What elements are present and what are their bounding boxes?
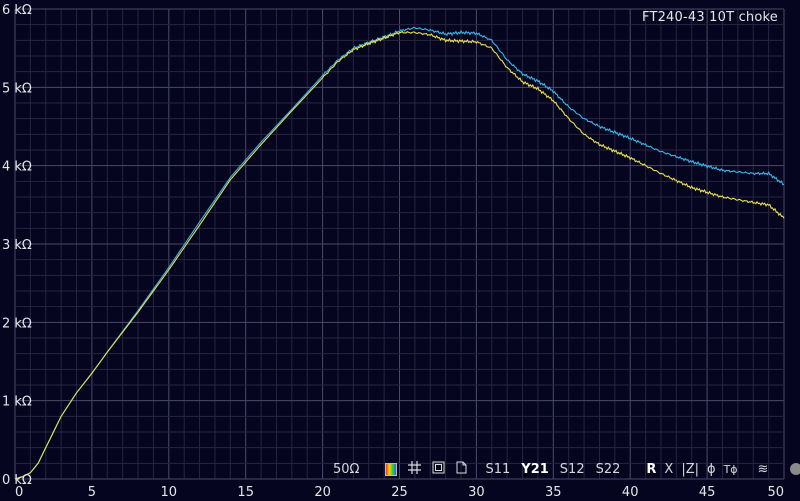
part-group-delay[interactable]: Tϕ: [724, 463, 738, 476]
chart-plot: 0 5 10 15 20 25 30 35 40 45 500 kΩ1 kΩ2 kΩ3 kΩ4 kΩ…: [2, 3, 785, 500]
bottom-toolbar: 50Ω S11 Y21 S12 S22 R X |Z| ϕ Tϕ ≋: [333, 460, 800, 478]
x-tick-label: 25: [391, 485, 408, 500]
y-tick-label: 4 kΩ: [2, 160, 32, 175]
color-palette-icon[interactable]: [385, 462, 398, 476]
y-tick-label: 2 kΩ: [2, 316, 32, 331]
document-icon[interactable]: [456, 461, 467, 478]
x-tick-label: 20: [314, 485, 331, 500]
part-x[interactable]: X: [664, 462, 673, 477]
part-phase[interactable]: ϕ: [707, 462, 716, 477]
y-tick-label: 6 kΩ: [2, 3, 32, 18]
x-tick-label: 15: [237, 485, 254, 500]
grid-lines: [14, 8, 785, 480]
tick-labels: 0 5 10 15 20 25 30 35 40 45 500 kΩ1 kΩ2 kΩ3 kΩ4 kΩ…: [2, 3, 784, 500]
x-tick-label: 5: [88, 485, 96, 500]
param-y21[interactable]: Y21: [521, 462, 549, 477]
impedance-button[interactable]: 50Ω: [333, 462, 359, 477]
y-tick-label: 1 kΩ: [2, 395, 32, 410]
y-tick-label: 3 kΩ: [2, 238, 32, 253]
record-dot-icon[interactable]: [790, 463, 800, 475]
window-icon[interactable]: [432, 461, 445, 478]
grid-icon[interactable]: [408, 460, 422, 478]
x-tick-label: 40: [622, 485, 639, 500]
y-tick-label: 0 kΩ: [2, 473, 32, 488]
x-tick-label: 50: [767, 485, 784, 500]
smoothing-icon[interactable]: ≋: [758, 462, 769, 477]
x-tick-label: 30: [468, 485, 485, 500]
part-r[interactable]: R: [646, 462, 656, 477]
x-tick-label: 35: [545, 485, 562, 500]
param-s22[interactable]: S22: [596, 462, 621, 477]
x-tick-label: 45: [699, 485, 716, 500]
x-tick-label: 10: [161, 485, 178, 500]
part-abs-z[interactable]: |Z|: [681, 462, 699, 477]
param-s11[interactable]: S11: [485, 462, 510, 477]
param-s12[interactable]: S12: [560, 462, 585, 477]
y-tick-label: 5 kΩ: [2, 81, 32, 96]
chart-title: FT240-43 10T choke: [642, 10, 778, 25]
app-window: 0 5 10 15 20 25 30 35 40 45 50 0 kΩ 1 kΩ 2 kΩ 3 kΩ 4 kΩ…: [0, 0, 800, 501]
